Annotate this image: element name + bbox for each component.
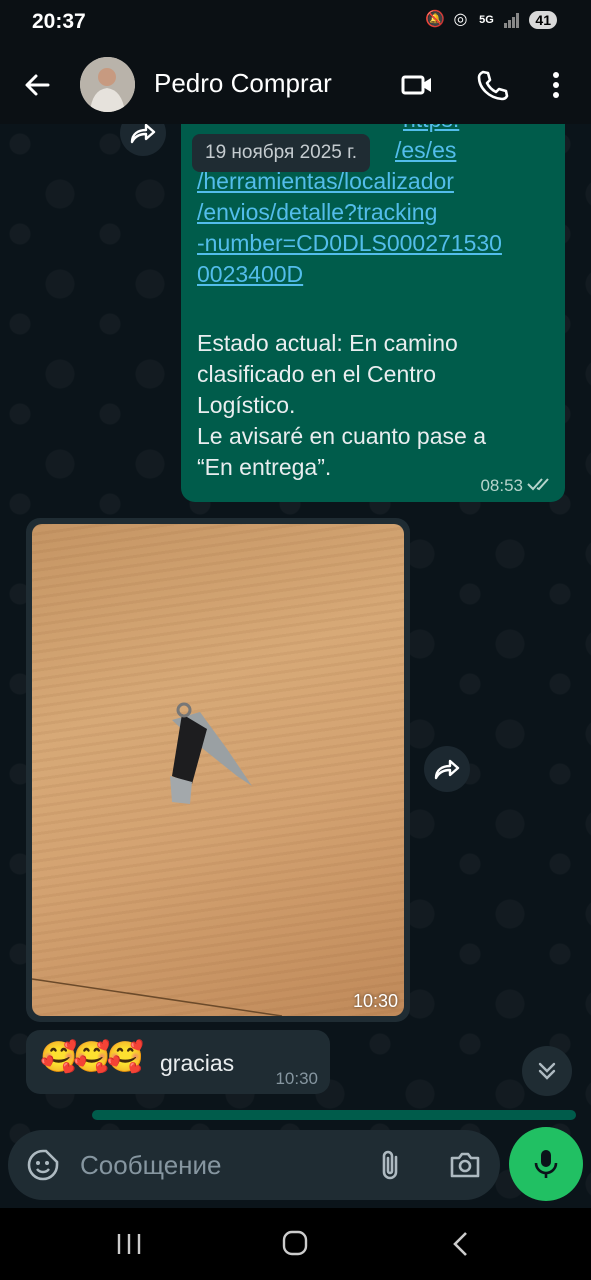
- outgoing-message[interactable]: https: /es/es /herramientas/localizador …: [181, 124, 565, 502]
- read-receipt-icon: [527, 478, 549, 491]
- system-navigation-bar: [0, 1208, 591, 1280]
- scroll-to-bottom-button[interactable]: [522, 1046, 572, 1096]
- signal-icon: [503, 11, 521, 29]
- status-icons: 🔕 ◎ 5G 41: [425, 11, 557, 29]
- emoji-button[interactable]: [26, 1148, 60, 1182]
- message-composer[interactable]: Сообщение: [8, 1130, 500, 1200]
- voice-call-button[interactable]: [475, 68, 509, 102]
- knife-photo: [32, 702, 283, 1016]
- recent-apps-icon: [117, 1234, 141, 1254]
- chevron-left-icon: [453, 1232, 467, 1256]
- microphone-icon: [534, 1150, 558, 1178]
- smiling-hearts-emoji: 🥰🥰🥰: [40, 1041, 144, 1074]
- video-call-button[interactable]: [400, 68, 434, 102]
- battery-indicator: 41: [529, 11, 557, 29]
- mute-icon: 🔕: [425, 11, 446, 28]
- home-icon: [282, 1230, 308, 1256]
- chat-area[interactable]: https: /es/es /herramientas/localizador …: [0, 124, 591, 1208]
- back-button[interactable]: [20, 68, 54, 102]
- partial-outgoing-message: [92, 1110, 576, 1120]
- message-line: Estado actual: En camino: [197, 330, 458, 356]
- link-line: /envios/detalle?tracking: [197, 199, 438, 225]
- link-line: 0023400D: [197, 261, 304, 287]
- forward-icon: [130, 124, 156, 144]
- forward-button[interactable]: [424, 746, 470, 792]
- more-options-button[interactable]: [546, 68, 566, 102]
- camera-button[interactable]: [448, 1148, 482, 1182]
- double-chevron-down-icon: [538, 1062, 556, 1080]
- video-camera-icon: [401, 75, 431, 95]
- image-message[interactable]: 10:30: [26, 518, 410, 1022]
- incoming-message[interactable]: 🥰🥰🥰 gracias 10:30: [26, 1030, 330, 1094]
- status-bar: 20:37 🔕 ◎ 5G 41: [0, 0, 591, 46]
- recent-apps-button[interactable]: [116, 1232, 142, 1256]
- photo[interactable]: [32, 524, 404, 1016]
- forward-button[interactable]: [120, 124, 166, 156]
- paperclip-icon: [382, 1150, 398, 1180]
- attach-button[interactable]: [376, 1148, 406, 1182]
- message-line: Le avisaré en cuanto pase a: [197, 423, 486, 449]
- date-chip: 19 ноября 2025 г.: [192, 134, 370, 172]
- message-text: Estado actual: En camino clasificado en …: [197, 328, 553, 483]
- message-time: 08:53: [480, 476, 523, 495]
- arrow-left-icon: [25, 74, 50, 96]
- image-time: 10:30: [352, 991, 398, 1011]
- phone-icon: [477, 70, 509, 101]
- home-button[interactable]: [282, 1230, 308, 1256]
- sticker-emoji-icon: [27, 1149, 59, 1181]
- chat-header: Pedro Comprar: [0, 46, 591, 124]
- system-back-button[interactable]: [450, 1230, 470, 1258]
- network-label: 5G: [479, 14, 494, 26]
- avatar[interactable]: [80, 57, 135, 112]
- status-time: 20:37: [32, 10, 86, 33]
- camera-icon: [450, 1152, 480, 1178]
- message-text: gracias: [160, 1050, 235, 1076]
- link-line: -number=CD0DLS000271530: [197, 230, 502, 256]
- message-line: clasificado en el Centro: [197, 361, 437, 387]
- message-time: 10:30: [275, 1069, 318, 1088]
- voice-record-button[interactable]: [509, 1127, 583, 1201]
- forward-icon: [434, 759, 460, 780]
- contact-name[interactable]: Pedro Comprar: [154, 68, 332, 99]
- message-input[interactable]: Сообщение: [80, 1150, 222, 1181]
- message-line: Logístico.: [197, 392, 296, 418]
- more-vertical-icon: [553, 72, 559, 98]
- hotspot-icon: ◎: [453, 11, 468, 28]
